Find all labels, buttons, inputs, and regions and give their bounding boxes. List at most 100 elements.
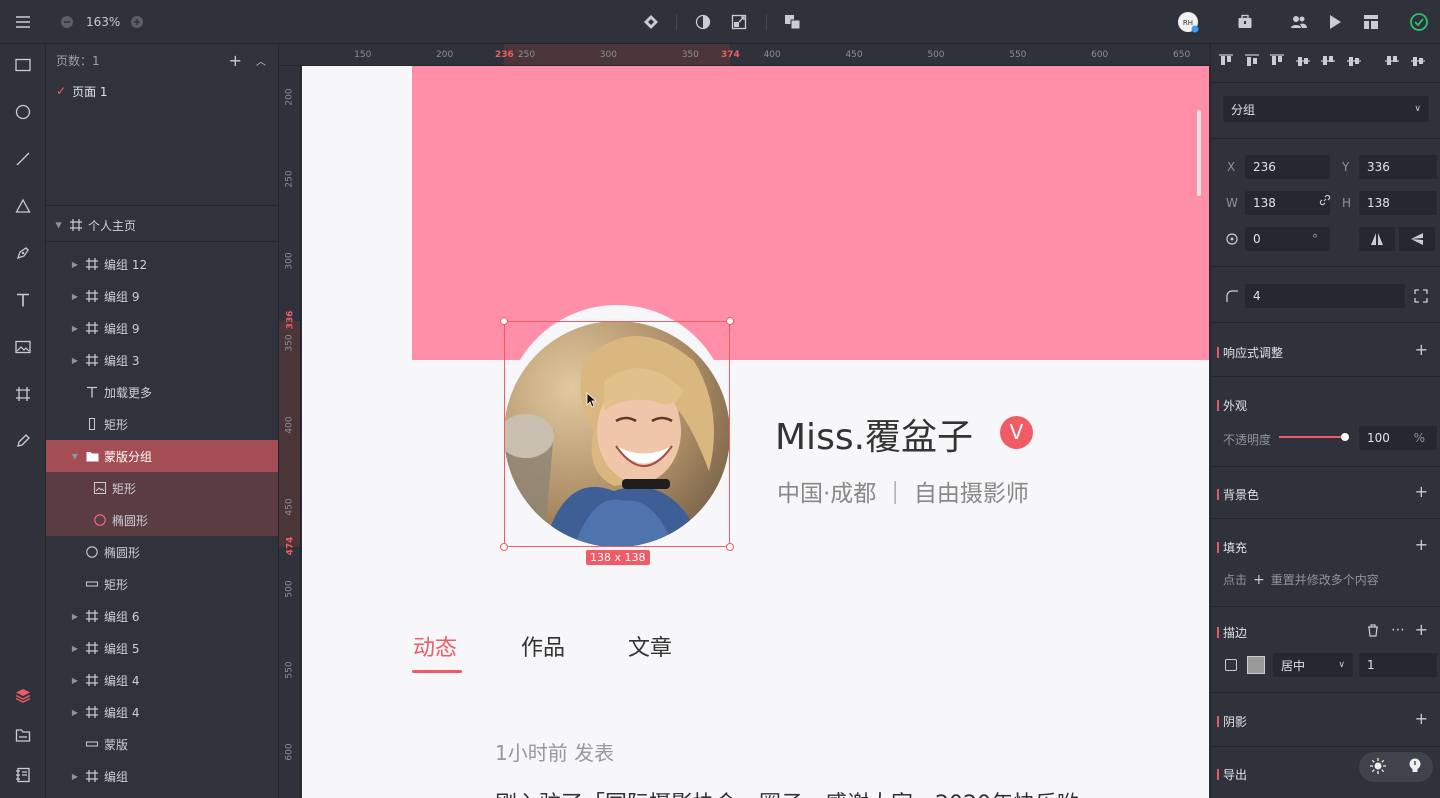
text-tool-icon[interactable] (0, 285, 46, 315)
lightbulb-icon[interactable] (1408, 758, 1422, 777)
caret-right-icon[interactable]: ▶ (70, 260, 80, 269)
layer-row[interactable]: ▼ 蒙版分组 (46, 440, 278, 472)
resize-handle[interactable] (500, 317, 508, 325)
caret-right-icon[interactable]: ▶ (70, 644, 80, 653)
pen-tool-icon[interactable] (0, 238, 46, 268)
mask-icon[interactable] (692, 0, 714, 44)
design-canvas[interactable]: 138 x 138 Miss.覆盆子 V 中国·成都 ｜ 自由摄影师 动态 作品… (302, 66, 1209, 798)
sun-icon[interactable] (1370, 757, 1386, 777)
independent-corners-icon[interactable] (1414, 289, 1428, 306)
align-left-icon[interactable] (1295, 54, 1310, 71)
distribute-horizontal-icon[interactable] (1385, 54, 1399, 71)
rectangle-tool-icon[interactable] (0, 50, 46, 80)
layer-row[interactable]: 矩形 (46, 408, 278, 440)
notes-icon[interactable] (0, 760, 46, 790)
layer-row[interactable]: ▶ 编组 9 (46, 312, 278, 344)
caret-right-icon[interactable]: ▶ (70, 356, 80, 365)
caret-down-icon[interactable]: ▼ (70, 452, 80, 461)
tab-dynamics[interactable]: 动态 (413, 630, 457, 662)
layer-row[interactable]: 加载更多 (46, 376, 278, 408)
component-icon[interactable] (640, 0, 662, 44)
canvas-scrollbar[interactable] (1197, 110, 1201, 196)
layer-row[interactable]: ▶ 编组 3 (46, 344, 278, 376)
align-horizontal-center-icon[interactable] (1321, 54, 1335, 71)
more-icon[interactable]: ⋯ (1391, 622, 1405, 638)
layer-row[interactable]: 椭圆形 (46, 536, 278, 568)
layer-row[interactable]: ▶ 编组 4 (46, 696, 278, 728)
zoom-in-button[interactable] (128, 0, 146, 44)
y-field[interactable]: 336 (1359, 155, 1437, 179)
layer-row[interactable]: ▶ 编组 12 (46, 248, 278, 280)
triangle-tool-icon[interactable] (0, 191, 46, 221)
opacity-slider-track[interactable] (1279, 436, 1345, 438)
width-field[interactable]: 138 (1245, 191, 1330, 215)
pencil-tool-icon[interactable] (0, 426, 46, 456)
stroke-enable-checkbox[interactable] (1225, 659, 1237, 671)
resize-handle[interactable] (726, 317, 734, 325)
menu-icon[interactable] (10, 0, 36, 44)
layer-row[interactable]: ▶ 编组 5 (46, 632, 278, 664)
ellipse-tool-icon[interactable] (0, 97, 46, 127)
layers-icon[interactable] (0, 680, 46, 710)
layer-row[interactable]: ▶ 编组 4 (46, 664, 278, 696)
handoff-icon[interactable] (1360, 0, 1382, 44)
distribute-vertical-icon[interactable] (1411, 54, 1425, 71)
caret-right-icon[interactable]: ▶ (70, 324, 80, 333)
play-icon[interactable] (1324, 0, 1346, 44)
stroke-width-field[interactable]: 1 (1359, 653, 1437, 677)
align-vertical-center-icon[interactable] (1244, 54, 1259, 71)
team-icon[interactable] (1288, 0, 1310, 44)
corner-radius-field[interactable]: 4 (1245, 284, 1405, 308)
caret-right-icon[interactable]: ▶ (70, 612, 80, 621)
layer-row[interactable]: 蒙版 (46, 728, 278, 760)
artboard-tool-icon[interactable] (0, 379, 46, 409)
add-page-button[interactable]: + (229, 51, 242, 70)
resize-icon[interactable] (728, 0, 750, 44)
page-item[interactable]: ✓ 页面 1 (46, 76, 278, 106)
caret-right-icon[interactable]: ▶ (70, 292, 80, 301)
resize-handle[interactable] (500, 543, 508, 551)
layer-row[interactable]: 矩形 (46, 568, 278, 600)
align-top-icon[interactable] (1219, 54, 1233, 71)
rotation-field[interactable]: 0 ° (1245, 227, 1330, 251)
align-right-icon[interactable] (1346, 54, 1361, 71)
caret-right-icon[interactable]: ▶ (70, 676, 80, 685)
layer-row[interactable]: 矩形 (46, 472, 278, 504)
layer-row[interactable]: 椭圆形 (46, 504, 278, 536)
profile-banner[interactable] (412, 66, 1209, 360)
resize-handle[interactable] (726, 543, 734, 551)
add-responsive-button[interactable]: + (1415, 342, 1428, 358)
zoom-level[interactable]: 163% (86, 0, 120, 44)
flip-horizontal-icon[interactable] (1359, 227, 1395, 251)
height-field[interactable]: 138 (1359, 191, 1437, 215)
align-bottom-icon[interactable] (1270, 54, 1284, 71)
link-icon[interactable] (1319, 194, 1331, 209)
tab-works[interactable]: 作品 (521, 630, 565, 662)
caret-right-icon[interactable]: ▶ (70, 772, 80, 781)
layer-row[interactable]: ▶ 编组 (46, 760, 278, 792)
tab-articles[interactable]: 文章 (628, 630, 672, 662)
stroke-color-swatch[interactable] (1247, 656, 1265, 674)
opacity-field[interactable]: 100 % (1359, 426, 1437, 450)
image-tool-icon[interactable] (0, 332, 46, 362)
caret-down-icon[interactable]: ▶ (55, 220, 64, 230)
x-field[interactable]: 236 (1245, 155, 1330, 179)
caret-right-icon[interactable]: ▶ (70, 708, 80, 717)
line-tool-icon[interactable] (0, 144, 46, 174)
layer-row[interactable]: ▶ 编组 6 (46, 600, 278, 632)
assets-icon[interactable] (0, 720, 46, 750)
artboard-row[interactable]: ▶ 个人主页 (46, 209, 278, 241)
stroke-position-select[interactable]: 居中 ∨ (1273, 653, 1353, 677)
user-avatar[interactable]: RH (1176, 0, 1200, 44)
add-fill-button[interactable]: + (1415, 537, 1428, 553)
zoom-out-button[interactable] (58, 0, 76, 44)
add-stroke-button[interactable]: + (1415, 622, 1428, 638)
add-background-button[interactable]: + (1415, 484, 1428, 500)
opacity-slider-handle[interactable] (1341, 433, 1349, 441)
trash-icon[interactable] (1367, 624, 1379, 640)
plugins-icon[interactable] (1234, 0, 1256, 44)
layer-type-select[interactable]: 分组 ∨ (1223, 96, 1429, 122)
layer-row[interactable]: ▶ 编组 9 (46, 280, 278, 312)
boolean-icon[interactable] (782, 0, 804, 44)
collapse-pages-icon[interactable]: ︿ (256, 53, 266, 68)
